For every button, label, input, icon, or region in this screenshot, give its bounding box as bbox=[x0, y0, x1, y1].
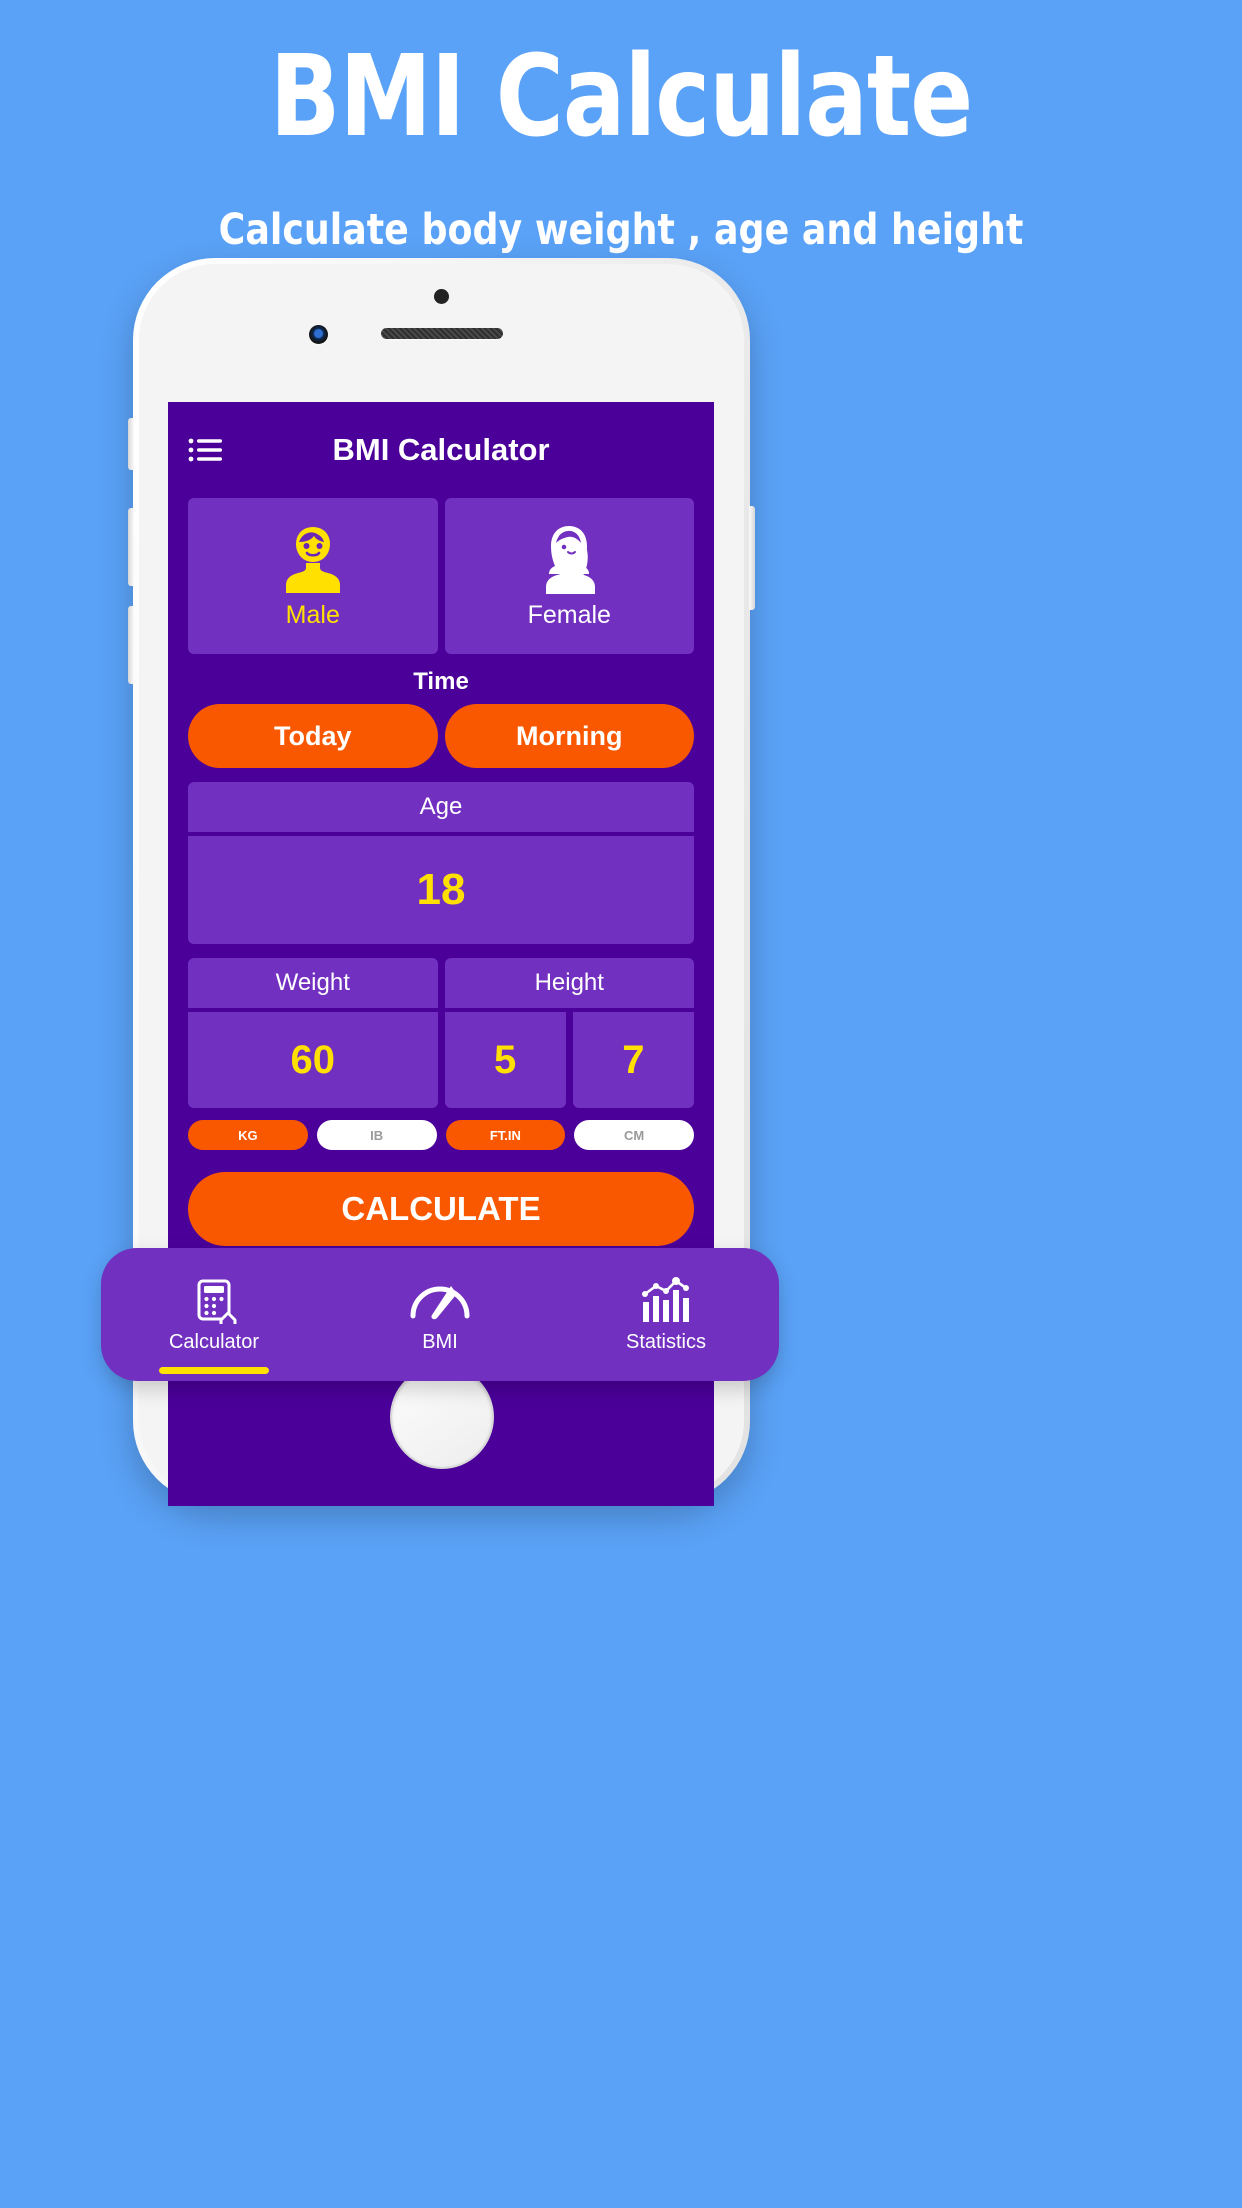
time-day-button[interactable]: Today bbox=[188, 704, 438, 768]
bottom-navigation-bar: Calculator BMI Statistics bbox=[101, 1248, 779, 1381]
calculate-wrapper: CALCULATE bbox=[168, 1172, 714, 1246]
silent-switch bbox=[128, 418, 134, 470]
hamburger-list-icon[interactable] bbox=[188, 437, 222, 463]
unit-chip-cm[interactable]: CM bbox=[574, 1120, 694, 1150]
age-field: Age 18 bbox=[168, 782, 714, 944]
app-header: BMI Calculator bbox=[168, 402, 714, 498]
volume-up-button bbox=[128, 508, 134, 586]
weight-field: Weight 60 bbox=[188, 958, 438, 1108]
weight-label: Weight bbox=[188, 958, 438, 1008]
height-feet-value[interactable]: 5 bbox=[444, 1012, 566, 1108]
age-label: Age bbox=[188, 782, 694, 832]
height-field: Height 5 7 bbox=[444, 958, 694, 1108]
app-title: BMI Calculator bbox=[332, 432, 550, 467]
volume-down-button bbox=[128, 606, 134, 684]
nav-active-indicator bbox=[159, 1366, 269, 1374]
unit-chip-kg[interactable]: KG bbox=[188, 1120, 308, 1150]
gauge-icon bbox=[408, 1276, 472, 1324]
weight-height-row: Weight 60 Height 5 7 bbox=[168, 958, 714, 1108]
height-label: Height bbox=[444, 958, 694, 1008]
height-inches-value[interactable]: 7 bbox=[572, 1012, 694, 1108]
power-button bbox=[749, 506, 755, 610]
gender-label-male: Male bbox=[285, 600, 340, 629]
gender-label-female: Female bbox=[527, 600, 611, 629]
nav-item-statistics[interactable]: Statistics bbox=[553, 1276, 779, 1354]
promo-subtitle: Calculate body weight , age and height bbox=[218, 205, 1024, 255]
gender-selector: Male Female bbox=[168, 498, 714, 654]
promo-title: BMI Calculate bbox=[269, 32, 973, 162]
time-label: Time bbox=[413, 668, 469, 695]
unit-toggle-row: KG IB FT.IN CM bbox=[168, 1120, 714, 1150]
nav-label-bmi: BMI bbox=[422, 1330, 458, 1353]
nav-label-statistics: Statistics bbox=[625, 1330, 707, 1353]
age-value[interactable]: 18 bbox=[188, 836, 694, 944]
female-avatar-icon bbox=[538, 523, 600, 597]
weight-value[interactable]: 60 bbox=[188, 1012, 438, 1108]
gender-card-male[interactable]: Male bbox=[188, 498, 438, 654]
time-period-button[interactable]: Morning bbox=[444, 704, 694, 768]
male-avatar-icon bbox=[282, 523, 344, 597]
earpiece-speaker-icon bbox=[380, 328, 503, 339]
calculator-icon bbox=[190, 1276, 238, 1324]
proximity-sensor-icon bbox=[434, 289, 449, 304]
nav-label-calculator: Calculator bbox=[168, 1330, 260, 1353]
unit-chip-ftin[interactable]: FT.IN bbox=[445, 1120, 566, 1150]
time-buttons: Today Morning bbox=[168, 704, 714, 768]
gender-card-female[interactable]: Female bbox=[444, 498, 694, 654]
front-camera-icon bbox=[309, 325, 328, 344]
nav-item-calculator[interactable]: Calculator bbox=[101, 1276, 327, 1374]
calculate-button[interactable]: CALCULATE bbox=[188, 1172, 694, 1246]
bar-chart-icon bbox=[639, 1276, 693, 1324]
unit-chip-ib[interactable]: IB bbox=[316, 1120, 437, 1150]
nav-item-bmi[interactable]: BMI bbox=[327, 1276, 553, 1354]
